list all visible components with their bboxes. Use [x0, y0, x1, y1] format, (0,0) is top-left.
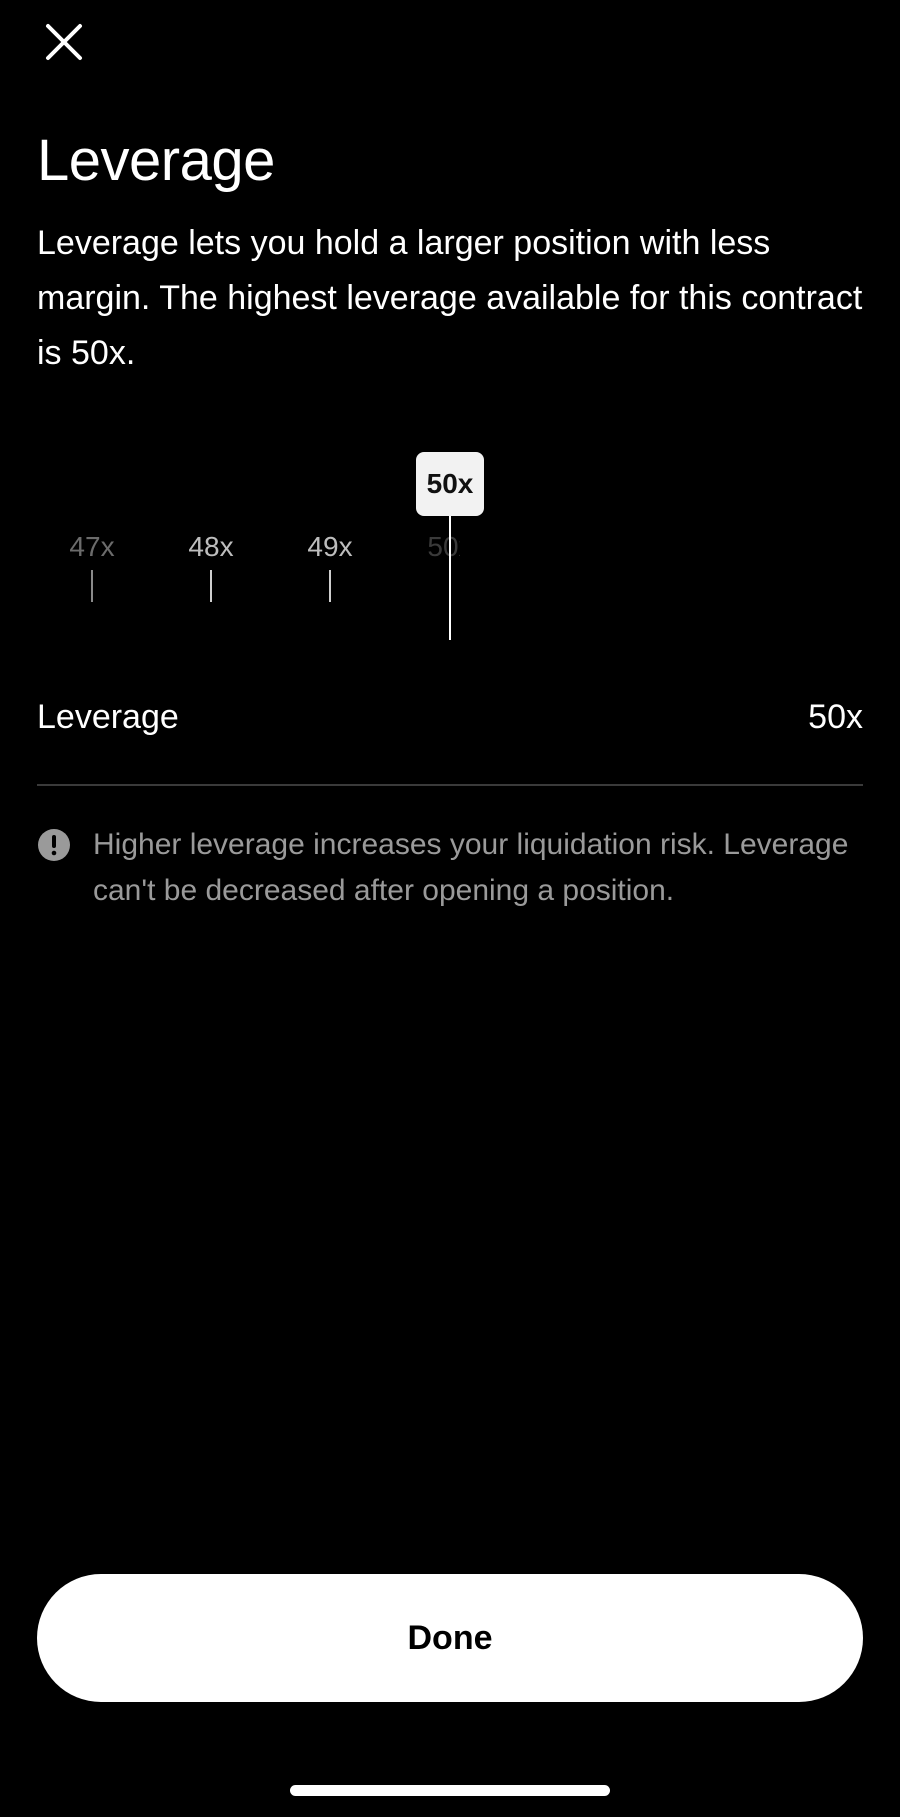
- page-title: Leverage: [37, 128, 275, 193]
- tick-49x[interactable]: 49x: [280, 530, 380, 602]
- selected-value-badge: 50x: [416, 452, 484, 516]
- tick-mark: [210, 570, 212, 602]
- warning-text: Higher leverage increases your liquidati…: [93, 828, 849, 907]
- tick-label: 48x: [188, 531, 234, 562]
- home-indicator[interactable]: [290, 1785, 610, 1796]
- close-button[interactable]: [38, 16, 90, 68]
- exclamation-circle-icon: [37, 828, 71, 862]
- done-button[interactable]: Done: [37, 1574, 863, 1702]
- tick-47x[interactable]: 47x: [42, 530, 142, 602]
- close-icon: [46, 24, 82, 60]
- tick-mark: [329, 570, 331, 602]
- divider: [37, 784, 863, 786]
- picker-fade-mask: [460, 520, 900, 630]
- tick-48x[interactable]: 48x: [161, 530, 261, 602]
- tick-label: 49x: [307, 531, 353, 562]
- leverage-summary-row: Leverage 50x: [37, 690, 863, 750]
- tick-mark: [91, 570, 93, 602]
- leverage-label: Leverage: [37, 698, 179, 736]
- leverage-value: 50x: [808, 698, 863, 736]
- leverage-picker[interactable]: 47x 48x 49x 50x 50x: [0, 440, 900, 640]
- selected-indicator-line[interactable]: [449, 516, 451, 640]
- page-description: Leverage lets you hold a larger position…: [37, 224, 863, 372]
- tick-label: 47x: [69, 531, 115, 562]
